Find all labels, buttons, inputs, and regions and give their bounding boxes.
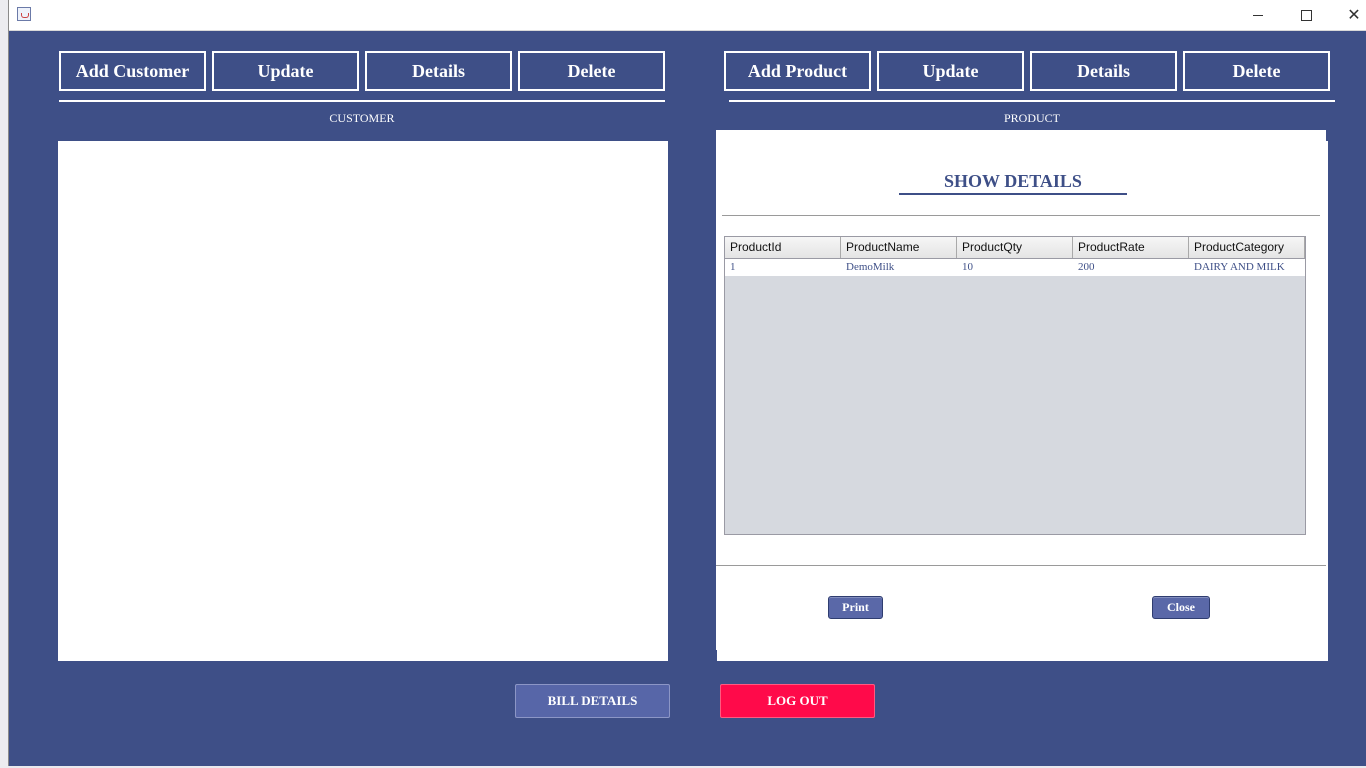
product-table[interactable]: ProductId ProductName ProductQty Product…: [724, 236, 1306, 535]
dialog-separator-bottom: [716, 565, 1326, 566]
dialog-title: SHOW DETAILS: [944, 171, 1082, 191]
cell-productrate: 200: [1078, 261, 1095, 273]
logout-button[interactable]: LOG OUT: [720, 684, 875, 718]
column-header-productqty[interactable]: ProductQty: [957, 237, 1073, 258]
close-dialog-button[interactable]: Close: [1152, 596, 1210, 619]
details-product-button[interactable]: Details: [1030, 51, 1177, 91]
title-bar: ✕: [9, 0, 1366, 31]
delete-product-button[interactable]: Delete: [1183, 51, 1330, 91]
cell-productname: DemoMilk: [846, 261, 895, 273]
column-header-productcategory[interactable]: ProductCategory: [1189, 237, 1305, 258]
background-desktop-strip: [0, 0, 8, 768]
product-section-label: PRODUCT: [1003, 111, 1060, 125]
product-divider: [729, 100, 1335, 102]
add-product-button[interactable]: Add Product: [724, 51, 871, 91]
customer-section-label: CUSTOMER: [329, 111, 395, 125]
column-header-productid[interactable]: ProductId: [725, 237, 841, 258]
update-product-button[interactable]: Update: [877, 51, 1024, 91]
update-customer-button[interactable]: Update: [212, 51, 359, 91]
cell-productid: 1: [730, 261, 736, 273]
show-details-dialog: SHOW DETAILS ProductId ProductName Produ…: [715, 130, 1326, 650]
dialog-separator-top: [722, 215, 1320, 216]
column-header-productrate[interactable]: ProductRate: [1073, 237, 1189, 258]
minimize-button[interactable]: [1238, 4, 1278, 26]
print-button[interactable]: Print: [828, 596, 883, 619]
java-cup-icon: [17, 7, 31, 21]
customer-panel: [58, 141, 668, 661]
cell-productcategory: DAIRY AND MILK: [1194, 261, 1285, 273]
dialog-title-underline: [899, 193, 1127, 195]
table-row[interactable]: 1 DemoMilk 10 200 DAIRY AND MILK: [725, 259, 1305, 276]
details-customer-button[interactable]: Details: [365, 51, 512, 91]
maximize-button[interactable]: [1286, 4, 1326, 26]
column-header-productname[interactable]: ProductName: [841, 237, 957, 258]
cell-productqty: 10: [962, 261, 973, 273]
bill-details-button[interactable]: BILL DETAILS: [515, 684, 670, 718]
add-customer-button[interactable]: Add Customer: [59, 51, 206, 91]
close-window-button[interactable]: ✕: [1334, 4, 1366, 26]
delete-customer-button[interactable]: Delete: [518, 51, 665, 91]
customer-divider: [59, 100, 665, 102]
table-header: ProductId ProductName ProductQty Product…: [725, 237, 1305, 259]
